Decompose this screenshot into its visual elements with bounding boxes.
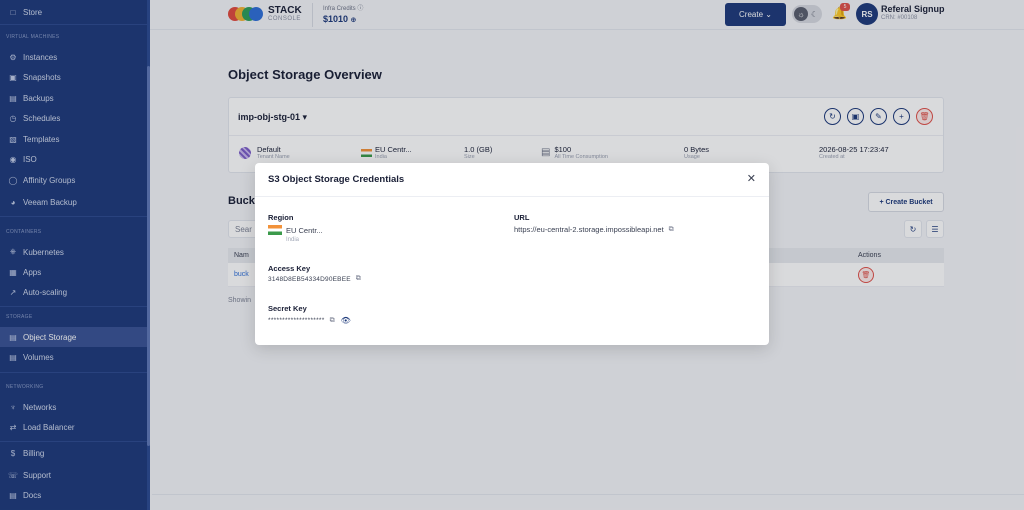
secret-key-label: Secret Key (268, 304, 307, 313)
region-label: Region (268, 213, 294, 222)
secret-key-text: ******************** (268, 317, 325, 324)
url-text: https://eu-central-2.storage.impossiblea… (514, 225, 664, 234)
access-key-text: 3148D8EB54334D90EBEE (268, 275, 351, 283)
url-label: URL (514, 213, 530, 222)
copy-secret-key-icon[interactable]: ⧉ (330, 317, 335, 325)
copy-url-icon[interactable]: ⧉ (669, 226, 674, 234)
region-name: EU Centr... (286, 225, 323, 235)
secret-key-value: ******************** ⧉ 👁 (268, 316, 351, 325)
close-icon[interactable]: ✕ (747, 172, 756, 185)
india-flag-icon (268, 225, 282, 235)
modal-divider (255, 196, 769, 197)
url-value: https://eu-central-2.storage.impossiblea… (514, 225, 674, 234)
credentials-modal: S3 Object Storage Credentials ✕ Region E… (255, 163, 769, 345)
eye-icon[interactable]: 👁 (341, 316, 351, 325)
region-value: EU Centr... (268, 225, 323, 235)
region-country: India (286, 237, 300, 243)
copy-access-key-icon[interactable]: ⧉ (356, 275, 361, 283)
access-key-label: Access Key (268, 264, 311, 273)
access-key-value: 3148D8EB54334D90EBEE ⧉ (268, 275, 361, 283)
modal-title: S3 Object Storage Credentials (268, 174, 405, 185)
